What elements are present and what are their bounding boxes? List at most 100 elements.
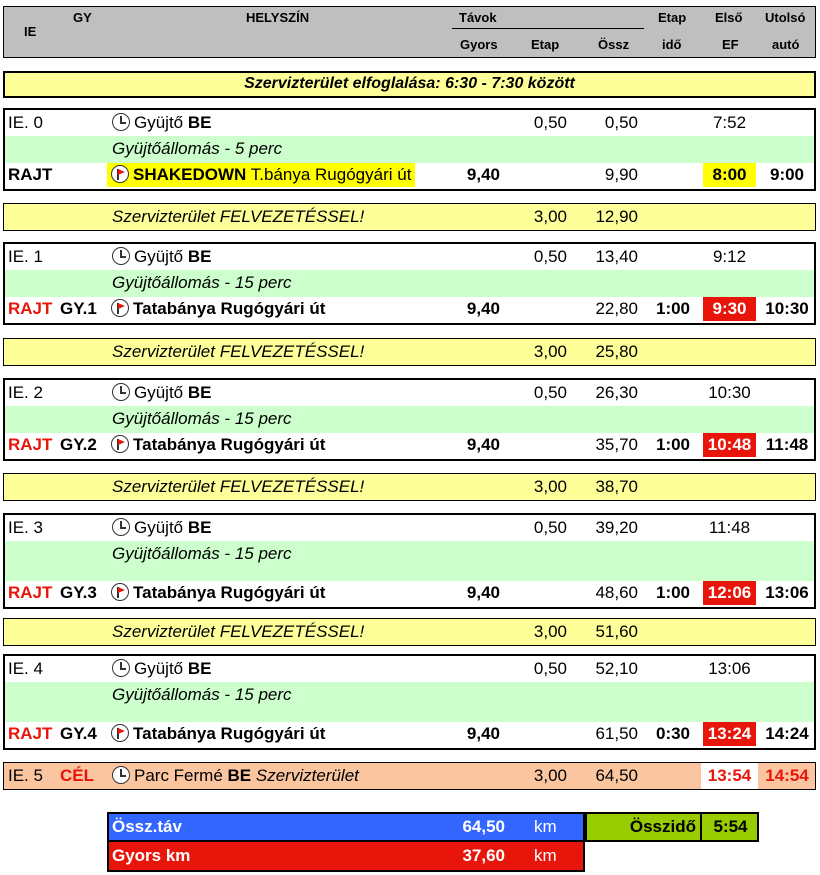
table-header [3, 6, 816, 58]
service-etap: 3,00 [533, 477, 567, 496]
header-ossz: Össz [598, 37, 630, 52]
gyujto-allomas-text: Gyüjtőállomás - 15 perc [112, 685, 292, 704]
service-etap: 3,00 [533, 622, 567, 641]
rajt-etap-ido: 0:30 [655, 724, 691, 743]
header-etap: Etap [531, 37, 560, 52]
rajt-utolso: 9:00 [769, 165, 805, 184]
stage-time: 11:48 [708, 518, 751, 537]
summary-osszido-value: 5:54 [713, 817, 748, 836]
gyujto-location: Gyüjtő BE [112, 657, 212, 681]
rajt-label: RAJT [8, 299, 53, 318]
gyujto-location: Gyüjtő BE [112, 111, 212, 135]
header-helyszin: HELYSZÍN [246, 10, 310, 25]
stage-etap: 0,50 [533, 113, 567, 132]
gyujto-location: Gyüjtő BE [112, 245, 212, 269]
finish-parc: Parc Fermé [134, 766, 223, 785]
rajt-gy: GY.3 [60, 583, 97, 602]
rajt-location: Tatabánya Rugógyári út [107, 297, 329, 321]
stage-ossz: 13,40 [595, 247, 638, 266]
flag-icon [111, 724, 129, 742]
header-elso-2: EF [722, 37, 739, 52]
rajt-elso: 8:00 [703, 163, 756, 187]
finish-utolso: 14:54 [765, 766, 809, 785]
service-label: Szervizterület FELVEZETÉSSEL! [112, 622, 365, 641]
service-occupy-text: Szervizterület elfoglalása: 6:30 - 7:30 … [244, 75, 575, 92]
header-ie: IE [24, 24, 37, 39]
gyujto-be: BE [187, 518, 212, 537]
rajt-gyors: 9,40 [466, 165, 500, 184]
summary-gyors-unit: km [534, 846, 557, 865]
flag-icon [111, 583, 129, 601]
rajt-ossz: 48,60 [595, 583, 638, 602]
gyujto-allomas-text: Gyüjtőállomás - 5 perc [112, 139, 283, 158]
flag-icon [111, 299, 129, 317]
summary-total-label: Össz.táv [112, 817, 182, 836]
service-label: Szervizterület FELVEZETÉSSEL! [112, 477, 365, 496]
finish-location: Parc Fermé BE Szervizterület [112, 764, 359, 788]
finish-be: BE [227, 766, 252, 785]
rajt-location: Tatabánya Rugógyári út [107, 433, 329, 457]
stage-etap: 0,50 [533, 383, 567, 402]
rajt-elso: 9:30 [703, 297, 756, 321]
rajt-gy: GY.1 [60, 299, 97, 318]
finish-cel: CÉL [60, 766, 94, 785]
header-tavok: Távok [459, 10, 497, 25]
clock-icon [112, 766, 130, 784]
rajt-gyors: 9,40 [466, 435, 500, 454]
finish-ie: IE. 5 [8, 766, 43, 785]
rajt-etap-ido: 1:00 [655, 299, 691, 318]
rajt-ossz: 61,50 [595, 724, 638, 743]
gyujto-allomas-text: Gyüjtőállomás - 15 perc [112, 409, 292, 428]
stage-time: 7:52 [712, 113, 747, 132]
service-label: Szervizterület FELVEZETÉSSEL! [112, 207, 365, 226]
gyujto-be: BE [187, 113, 212, 132]
rajt-location: Tatabánya Rugógyári út [107, 581, 329, 605]
flag-icon [111, 165, 129, 183]
gyujto-label: Gyüjtő [134, 518, 184, 537]
stage-ie: IE. 0 [8, 113, 43, 132]
rajt-label: RAJT [8, 165, 53, 184]
flag-icon [111, 435, 129, 453]
rajt-label: RAJT [8, 435, 53, 454]
header-gy: GY [73, 10, 92, 25]
service-ossz: 25,80 [595, 342, 638, 361]
rajt-location-bold: Tatabánya Rugógyári út [133, 724, 326, 743]
rajt-label: RAJT [8, 724, 53, 743]
rajt-elso: 13:24 [703, 722, 756, 746]
rajt-gyors: 9,40 [466, 724, 500, 743]
rajt-elso: 10:48 [703, 433, 756, 457]
header-utolso-1: Utolsó [765, 10, 806, 25]
gyujto-location: Gyüjtő BE [112, 381, 212, 405]
rajt-utolso: 10:30 [765, 299, 809, 318]
gyujto-location: Gyüjtő BE [112, 516, 212, 540]
stage-ossz: 39,20 [595, 518, 638, 537]
gyujto-label: Gyüjtő [134, 247, 184, 266]
finish-szerviz: Szervizterület [255, 766, 359, 785]
rajt-gyors: 9,40 [466, 583, 500, 602]
stage-time: 10:30 [708, 383, 751, 402]
finish-ossz: 64,50 [595, 766, 638, 785]
rajt-label: RAJT [8, 583, 53, 602]
rajt-gyors: 9,40 [466, 299, 500, 318]
gyujto-allomas-text: Gyüjtőállomás - 15 perc [112, 544, 292, 563]
stage-time: 9:12 [712, 247, 747, 266]
rajt-location: Tatabánya Rugógyári út [107, 722, 329, 746]
header-etap-ido-2: idő [662, 37, 682, 52]
clock-icon [112, 659, 130, 677]
stage-ossz: 26,30 [595, 383, 638, 402]
gyujto-label: Gyüjtő [134, 113, 184, 132]
rajt-location: SHAKEDOWN T.bánya Rugógyári út [107, 163, 416, 187]
gyujto-be: BE [187, 659, 212, 678]
stage-ossz: 52,10 [595, 659, 638, 678]
stage-ie: IE. 4 [8, 659, 43, 678]
clock-icon [112, 383, 130, 401]
stage-ie: IE. 2 [8, 383, 43, 402]
rajt-etap-ido: 1:00 [655, 583, 691, 602]
rajt-location-bold: Tatabánya Rugógyári út [133, 583, 326, 602]
rajt-elso: 12:06 [703, 581, 756, 605]
stage-ossz: 0,50 [604, 113, 638, 132]
gyujto-be: BE [187, 247, 212, 266]
rajt-etap-ido: 1:00 [655, 435, 691, 454]
stage-ie: IE. 3 [8, 518, 43, 537]
header-utolso-2: autó [772, 37, 800, 52]
